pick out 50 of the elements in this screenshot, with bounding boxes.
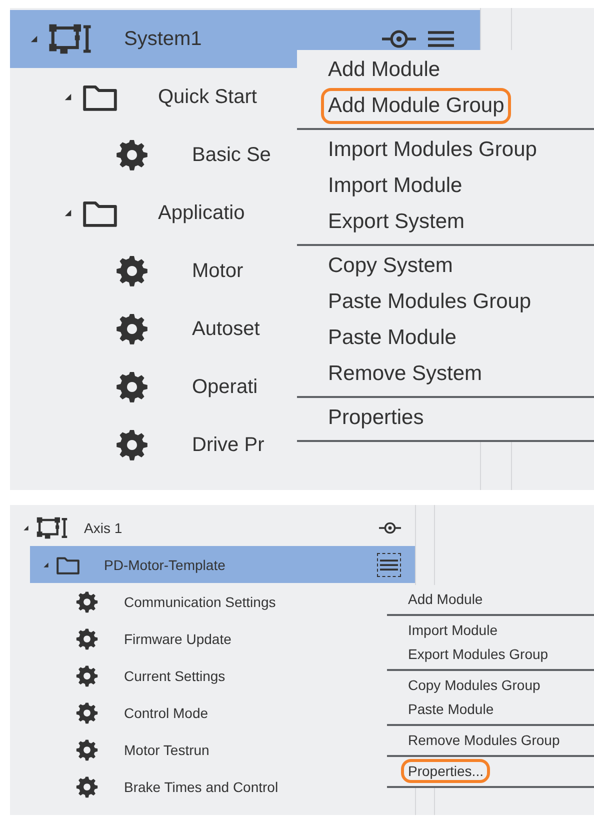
- menu-item[interactable]: Copy Modules Group: [401, 673, 548, 697]
- menu-item[interactable]: Export Modules Group: [401, 642, 556, 666]
- selected-row[interactable]: PD-Motor-Template: [30, 546, 415, 583]
- gear-icon: [116, 313, 148, 345]
- expand-triangle-icon[interactable]: [64, 93, 72, 101]
- gear-icon: [76, 776, 98, 798]
- tree-item-label[interactable]: Communication Settings: [124, 594, 276, 610]
- tree-item-label[interactable]: Control Mode: [124, 704, 208, 720]
- menu-item[interactable]: Export System: [321, 204, 472, 240]
- menu-item[interactable]: Properties...: [401, 759, 490, 783]
- tree-item-label[interactable]: PD-Motor-Template: [104, 556, 226, 572]
- tree-item-label[interactable]: Basic Se: [192, 144, 271, 166]
- menu-item[interactable]: Properties: [321, 400, 431, 436]
- network-icon: [36, 514, 68, 540]
- gear-icon: [76, 664, 98, 686]
- tree-item-label[interactable]: System1: [124, 28, 202, 50]
- menu-item[interactable]: Add Module: [401, 587, 490, 611]
- menu-item[interactable]: Remove System: [321, 356, 490, 392]
- gear-icon: [76, 738, 98, 760]
- menu-item[interactable]: Import Module: [321, 168, 470, 204]
- menu-item[interactable]: Paste Module: [401, 697, 501, 721]
- gear-icon: [76, 702, 98, 724]
- expand-triangle-icon[interactable]: [30, 35, 38, 43]
- tree-item-label[interactable]: Operati: [192, 376, 258, 398]
- gear-icon: [76, 628, 98, 650]
- expand-triangle-icon[interactable]: [23, 524, 29, 530]
- gear-icon: [116, 139, 148, 171]
- menu-item[interactable]: Copy System: [321, 248, 460, 284]
- tree-item-label[interactable]: Motor Testrun: [124, 742, 210, 758]
- tree-item-label[interactable]: Autoset: [192, 318, 260, 340]
- tree-item-label[interactable]: Brake Times and Control: [124, 778, 278, 794]
- menu-item[interactable]: Remove Modules Group: [401, 728, 567, 752]
- tree-item-label[interactable]: Motor: [192, 260, 244, 282]
- menu-item[interactable]: Import Modules Group: [321, 132, 544, 168]
- tree-item-label[interactable]: Quick Start: [158, 86, 257, 108]
- tree-item-label[interactable]: Firmware Update: [124, 630, 232, 646]
- expand-triangle-icon[interactable]: [64, 209, 72, 217]
- menu-item[interactable]: Add Module Group: [321, 88, 512, 124]
- menu-item[interactable]: Paste Module: [321, 320, 464, 356]
- tree-item-label[interactable]: Applicatio: [158, 202, 245, 224]
- menu-item[interactable]: Paste Modules Group: [321, 284, 538, 320]
- tree-item-label[interactable]: Drive Pr: [192, 434, 264, 456]
- gear-icon: [116, 429, 148, 461]
- gear-icon: [116, 371, 148, 403]
- menu-item[interactable]: Import Module: [401, 618, 504, 642]
- expand-triangle-icon[interactable]: [43, 562, 49, 568]
- gear-icon: [116, 255, 148, 287]
- gear-icon: [76, 590, 98, 612]
- tree-item-label[interactable]: Axis 1: [84, 520, 122, 536]
- tree-item-label[interactable]: Current Settings: [124, 668, 226, 684]
